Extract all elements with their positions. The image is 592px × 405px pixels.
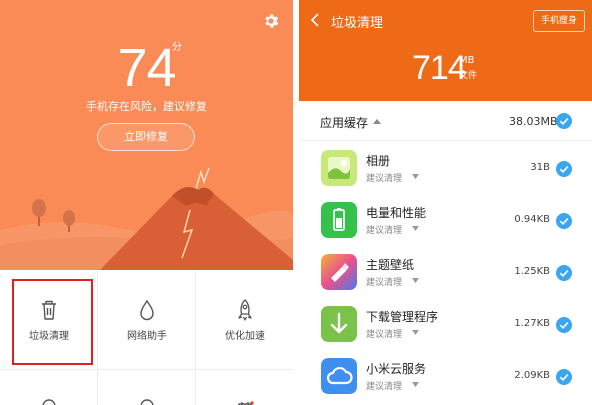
check-circle-icon[interactable] [556, 369, 572, 385]
tool-grid: 垃圾清理 网络助手 优化加速 [0, 270, 293, 405]
section-title: 应用缓存 [320, 116, 369, 130]
clock-icon [140, 399, 154, 405]
section-total-size: 38.03MB [509, 115, 558, 128]
check-circle-icon[interactable] [556, 317, 572, 333]
clean-suggestion: 建议清理 [366, 382, 403, 392]
gear-icon[interactable] [262, 12, 280, 30]
security-center-screen: 74 分 手机存在风险，建议修复 立即修复 垃圾清理 网络助手 优化加速 [0, 0, 293, 405]
cleaner-header: 垃圾清理 手机瘦身 714 MB 文件 [299, 0, 592, 101]
app-name: 电量和性能 [366, 206, 427, 220]
check-circle-icon[interactable] [556, 113, 572, 129]
list-item[interactable]: 主题壁纸 建议清理 1.25KB [299, 247, 592, 299]
tool-partial-1[interactable] [0, 370, 98, 405]
clean-suggestion: 建议清理 [366, 330, 403, 340]
app-name: 主题壁纸 [366, 258, 415, 272]
tool-partial-3[interactable] [196, 370, 293, 405]
list-item[interactable]: 相册 建议清理 31B [299, 143, 592, 195]
clean-suggestion: 建议清理 [366, 174, 403, 184]
score-unit: 分 [172, 42, 182, 53]
list-item[interactable]: 小米云服务 建议清理 2.09KB [299, 351, 592, 403]
caret-up-icon[interactable] [372, 117, 382, 125]
tool-network-assistant[interactable]: 网络助手 [98, 270, 196, 370]
app-cache-section-header[interactable]: 应用缓存 38.03MB [299, 101, 592, 141]
theme-brush-icon [321, 254, 357, 290]
score-header: 74 分 手机存在风险，建议修复 立即修复 [0, 0, 293, 270]
phone-slim-button[interactable]: 手机瘦身 [533, 10, 585, 32]
tool-junk-cleaner[interactable]: 垃圾清理 [0, 270, 98, 370]
clean-suggestion: 建议清理 [366, 278, 403, 288]
clean-suggestion: 建议清理 [366, 226, 403, 236]
app-name: 小米云服务 [366, 362, 427, 376]
list-item[interactable]: 电量和性能 建议清理 0.94KB [299, 195, 592, 247]
fix-now-button[interactable]: 立即修复 [97, 123, 195, 151]
page-title: 垃圾清理 [331, 16, 384, 31]
shield-icon [42, 399, 56, 405]
check-circle-icon[interactable] [556, 265, 572, 281]
calendar-icon [238, 401, 254, 405]
check-circle-icon[interactable] [556, 161, 572, 177]
app-cache-size: 2.09KB [514, 370, 550, 381]
app-cache-size: 1.27KB [514, 318, 550, 329]
check-circle-icon[interactable] [556, 213, 572, 229]
score-block: 74 [0, 40, 293, 96]
app-name: 下载管理程序 [366, 310, 439, 324]
app-cache-size: 31B [530, 162, 550, 173]
trash-icon [42, 300, 56, 320]
back-arrow-icon[interactable] [309, 12, 323, 28]
tool-label: 优化加速 [225, 331, 265, 342]
caret-down-icon[interactable] [411, 173, 420, 180]
caret-down-icon[interactable] [411, 277, 420, 284]
junk-size-unit: MB [459, 55, 475, 66]
app-cache-size: 0.94KB [514, 214, 550, 225]
cloud-icon [321, 358, 357, 394]
security-score: 74 [117, 38, 176, 98]
app-name: 相册 [366, 154, 391, 168]
tool-label: 垃圾清理 [29, 331, 69, 342]
gallery-icon [321, 150, 357, 186]
caret-down-icon[interactable] [411, 329, 420, 336]
list-item[interactable]: 下载管理程序 建议清理 1.27KB [299, 299, 592, 351]
app-cache-size: 1.25KB [514, 266, 550, 277]
junk-cleaner-screen: 垃圾清理 手机瘦身 714 MB 文件 应用缓存 38.03MB 相册 建议清理… [299, 0, 592, 405]
junk-size-label: 文件 [459, 71, 478, 81]
drop-icon [140, 299, 154, 321]
rocket-icon [238, 299, 252, 321]
caret-down-icon[interactable] [411, 381, 420, 388]
junk-total-size: 714 [412, 49, 467, 87]
risk-status-text: 手机存在风险，建议修复 [86, 100, 207, 113]
tool-label: 网络助手 [127, 331, 167, 342]
download-icon [321, 306, 357, 342]
volcano-illustration [0, 167, 293, 270]
caret-down-icon[interactable] [411, 225, 420, 232]
battery-icon [321, 202, 357, 238]
tool-speed-boost[interactable]: 优化加速 [196, 270, 293, 370]
tool-partial-2[interactable] [98, 370, 196, 405]
